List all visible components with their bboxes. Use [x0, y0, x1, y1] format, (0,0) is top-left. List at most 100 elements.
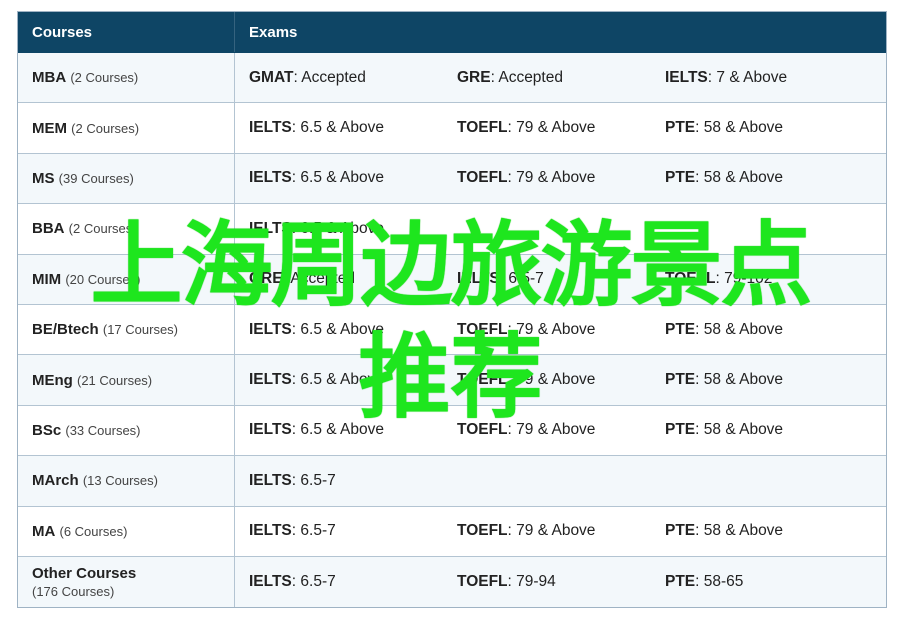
course-name[interactable]: MS: [32, 170, 55, 187]
exam-requirement: IELTS: 6.5 & Above: [249, 371, 457, 389]
exam-score: : 58 & Above: [695, 169, 784, 187]
course-count: (39 Courses): [58, 170, 134, 186]
table-row: BBA (2 Courses) IELTS: 6.5 & Above: [18, 204, 886, 255]
exam-requirement: PTE: 58 & Above: [665, 522, 873, 540]
table-body: MBA (2 Courses) GMAT: Accepted GRE: Accept…: [18, 53, 886, 608]
exam-requirement: TOEFL: 79 & Above: [457, 119, 665, 137]
course-cell: BE/Btech (17 Courses): [18, 304, 235, 355]
course-count: (2 Courses): [71, 120, 140, 136]
exam-requirement: TOEFL: 79-94: [457, 573, 665, 591]
course-entry: MEng (21 Courses): [32, 372, 220, 389]
exam-score: : 6.5 & Above: [291, 169, 384, 187]
course-cell: MArch (13 Courses): [18, 456, 235, 506]
course-name[interactable]: BSc: [32, 422, 61, 439]
table-row: MS (39 Courses) IELTS: 6.5 & Above TOEFL: …: [18, 153, 886, 205]
exam-score: : 79-94: [507, 573, 556, 591]
exam-score: : 6.5 & Above: [291, 320, 384, 338]
exam-score: : 79 & Above: [507, 421, 596, 439]
exam-score: : 6.5 & Above: [291, 219, 384, 237]
course-cell: BBA (2 Courses): [18, 204, 235, 254]
course-name[interactable]: BE/Btech: [32, 321, 99, 338]
exam-requirement: PTE: 58 & Above: [665, 371, 873, 389]
exam-name: TOEFL: [457, 119, 508, 137]
course-cell: MEng (21 Courses): [18, 355, 235, 405]
exam-score: : 6.5-7: [291, 471, 336, 489]
exams-cell: IELTS: 6.5 & Above: [235, 204, 886, 253]
exam-name: IELTS: [249, 471, 292, 489]
exam-requirement: IELTS: 6.5 & Above: [249, 220, 457, 238]
exam-requirement: TOEFL: 79-102: [665, 270, 873, 288]
table-row: MIM (20 Courses) GRE: Accepted IELTS: 6.5-…: [18, 254, 886, 305]
exam-requirement: IELTS: 6.5-7: [457, 270, 665, 288]
course-name[interactable]: MIM: [32, 271, 61, 288]
table-row: MEM (2 Courses) IELTS: 6.5 & Above TOEFL: …: [18, 103, 886, 154]
exam-requirement: IELTS: 7 & Above: [665, 69, 873, 87]
course-name[interactable]: MA: [32, 523, 55, 540]
exam-score: : 58 & Above: [695, 371, 784, 389]
exam-requirement: IELTS: 6.5-7: [249, 573, 457, 591]
exam-name: IELTS: [249, 169, 292, 187]
exam-score: : 79 & Above: [507, 522, 596, 540]
exams-cell: IELTS: 6.5-7 TOEFL: 79-94 PTE: 58-65: [235, 557, 886, 607]
exam-name: GMAT: [249, 68, 294, 86]
exams-cell: GRE: Accepted IELTS: 6.5-7 TOEFL: 79-102: [235, 255, 886, 304]
course-entry: MA (6 Courses): [32, 523, 220, 540]
exam-score: : 6.5 & Above: [291, 421, 384, 439]
exam-score: : 6.5-7: [291, 573, 336, 591]
courses-header-label: Courses: [32, 23, 93, 41]
course-name[interactable]: MEng: [32, 372, 73, 389]
course-name[interactable]: MBA: [32, 69, 66, 86]
exam-name: IELTS: [665, 68, 708, 86]
course-count: (21 Courses): [77, 372, 153, 388]
exams-cell: IELTS: 6.5 & Above TOEFL: 79 & Above PTE: …: [235, 406, 886, 455]
exam-name: GRE: [457, 68, 491, 86]
exam-name: IELTS: [249, 421, 292, 439]
course-entry: MArch (13 Courses): [32, 472, 220, 489]
exam-name: TOEFL: [457, 169, 508, 187]
course-name[interactable]: MArch: [32, 472, 79, 489]
exam-name: TOEFL: [457, 421, 508, 439]
exam-requirement: TOEFL: 79 & Above: [457, 522, 665, 540]
course-count: (17 Courses): [102, 322, 178, 338]
exam-score: : 79 & Above: [507, 119, 596, 137]
exam-score: : 6.5-7: [499, 270, 544, 288]
course-name[interactable]: Other Courses: [32, 565, 136, 582]
exam-score: : 79 & Above: [507, 169, 596, 187]
course-cell: MS (39 Courses): [18, 153, 235, 204]
exam-score: : 6.5 & Above: [291, 119, 384, 137]
course-entry: Other Courses (176 Courses): [32, 565, 220, 599]
course-cell: BSc (33 Courses): [18, 405, 235, 456]
exam-name: IELTS: [457, 270, 500, 288]
exam-requirement: PTE: 58 & Above: [665, 321, 873, 339]
exam-score: : Accepted: [293, 68, 366, 86]
exam-name: IELTS: [249, 522, 292, 540]
exam-requirement: IELTS: 6.5 & Above: [249, 321, 457, 339]
exam-requirement: IELTS: 6.5-7: [249, 522, 457, 540]
course-cell: MBA (2 Courses): [18, 53, 235, 103]
table-row: MBA (2 Courses) GMAT: Accepted GRE: Accept…: [18, 53, 886, 104]
exam-requirement: IELTS: 6.5 & Above: [249, 119, 457, 137]
exam-name: IELTS: [249, 219, 292, 237]
table-row: BE/Btech (17 Courses) IELTS: 6.5 & Above T…: [18, 304, 886, 356]
exams-cell: IELTS: 6.5 & Above TOEFL: 79 & Above PTE: …: [235, 355, 886, 404]
exam-requirement: TOEFL: 79 & Above: [457, 371, 665, 389]
exam-requirement: PTE: 58 & Above: [665, 421, 873, 439]
exam-name: TOEFL: [457, 371, 508, 389]
table-row: BSc (33 Courses) IELTS: 6.5 & Above TOEFL:…: [18, 405, 886, 457]
exam-name: PTE: [665, 371, 696, 389]
exam-name: TOEFL: [457, 320, 508, 338]
course-cell: Other Courses (176 Courses): [18, 556, 235, 608]
course-entry: MEM (2 Courses): [32, 120, 220, 137]
exam-name: IELTS: [249, 119, 292, 137]
course-name[interactable]: MEM: [32, 120, 67, 137]
course-entry: MIM (20 Courses): [32, 271, 220, 288]
exam-name: PTE: [665, 421, 696, 439]
exam-name: PTE: [665, 522, 696, 540]
course-cell: MA (6 Courses): [18, 506, 235, 556]
exams-cell: IELTS: 6.5 & Above TOEFL: 79 & Above PTE: …: [235, 103, 886, 152]
exam-requirement: IELTS: 6.5 & Above: [249, 421, 457, 439]
course-count: (2 Courses): [68, 221, 137, 237]
exam-requirement: IELTS: 6.5 & Above: [249, 169, 457, 187]
course-name[interactable]: BBA: [32, 220, 65, 237]
exam-requirement: TOEFL: 79 & Above: [457, 169, 665, 187]
